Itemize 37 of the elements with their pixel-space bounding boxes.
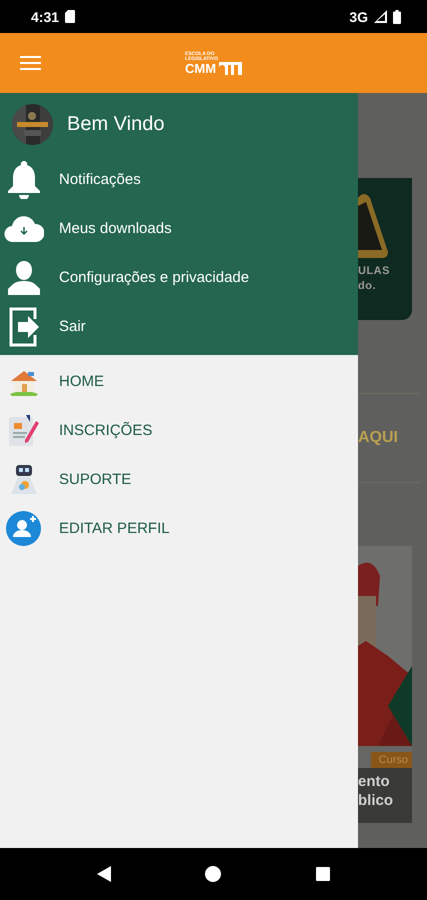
menu-label: Configurações e privacidade [59,269,250,286]
home-button[interactable] [205,866,222,882]
course-title: ento [358,772,391,791]
back-button[interactable] [97,866,112,882]
course-title: blico [358,791,394,810]
card-text: ULAS [358,264,390,279]
menu-label: HOME [59,373,104,390]
menu-label: EDITAR PERFIL [59,520,170,537]
bell-icon [6,160,40,198]
add-user-icon [6,511,41,546]
menu-item[interactable]: Meus downloads [0,204,358,253]
menu-item[interactable]: SUPORTE [0,455,358,504]
signal-icon [374,10,387,23]
card-text: do. [358,279,377,294]
clock-time: 4:31 [31,8,60,24]
menu-label: Meus downloads [59,220,172,237]
menu-label: Sair [59,318,86,335]
greeting: Bem Vindo [67,112,164,136]
menu-item[interactable]: INSCRIÇÕES [0,406,358,455]
menu-label: SUPORTE [59,471,132,488]
battery-icon [393,10,401,24]
menu-label: Notificações [59,171,141,188]
logo-text: CMM [185,62,218,74]
menu-item[interactable]: EDITAR PERFIL [0,504,358,553]
form-pencil-icon [8,414,40,446]
menu-item[interactable]: Sair [0,302,358,351]
exit-icon [8,306,40,346]
network-type: 3G [349,8,368,24]
menu-item[interactable]: Notificações [0,155,358,204]
person-icon [8,260,40,294]
recents-button[interactable] [316,867,330,881]
cloud-download-icon [4,215,44,242]
menu-label: INSCRIÇÕES [59,422,152,439]
menu-item[interactable]: HOME [0,357,358,406]
menu-item[interactable]: Configurações e privacidade [0,253,358,302]
robot-icon [10,464,38,494]
sim-card-icon [65,10,76,23]
